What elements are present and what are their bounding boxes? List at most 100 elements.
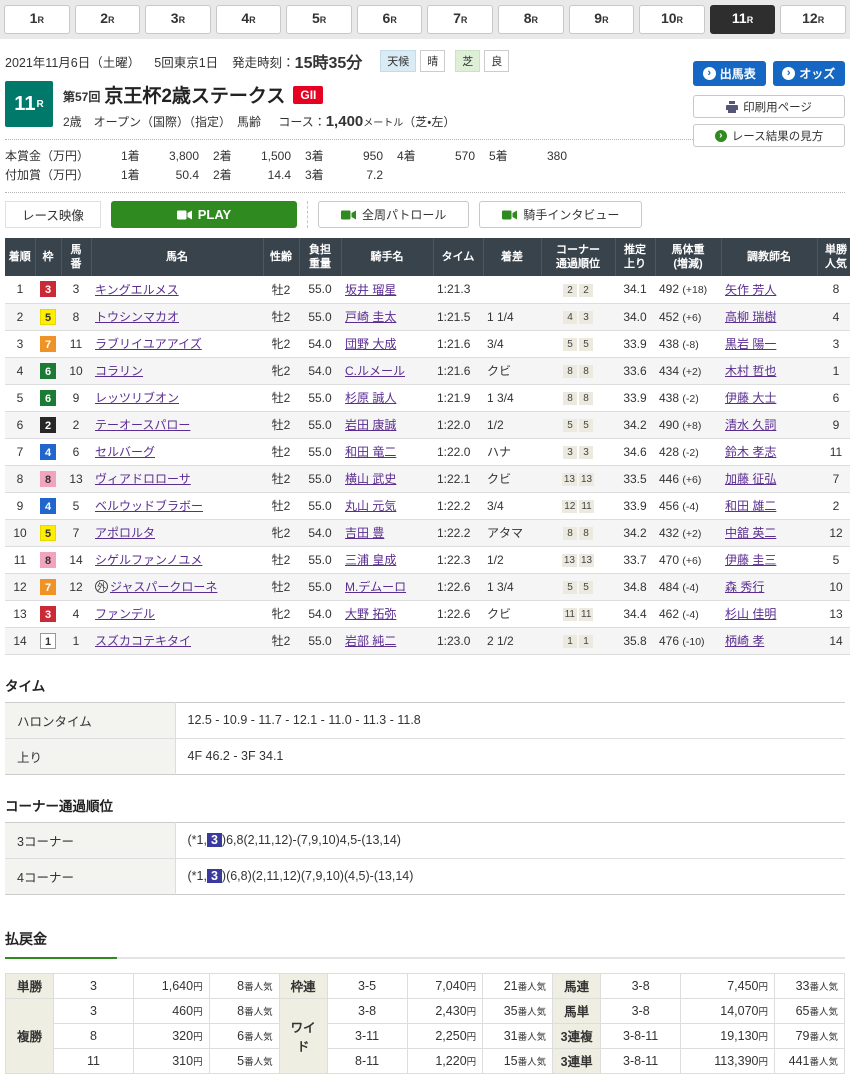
jockey-name-link[interactable]: C.ルメール [345, 364, 405, 378]
trainer-cell: 伊藤 圭三 [721, 546, 817, 573]
win-popularity: 9 [817, 411, 850, 438]
sex-age: 牡2 [263, 465, 299, 492]
bet-combination: 3-8-11 [601, 1048, 681, 1073]
bet-type-label: 枠連 [279, 973, 327, 998]
results-column-header: 枠 [35, 238, 61, 276]
jockey-name-link[interactable]: M.デムーロ [345, 580, 406, 594]
jockey-name-link[interactable]: 岩部 純二 [345, 634, 396, 648]
jockey-name-link[interactable]: 坂井 瑠星 [345, 283, 396, 297]
tab-race-3r[interactable]: 3R [145, 5, 211, 34]
bracket-cell: 6 [35, 384, 61, 411]
horse-name-link[interactable]: セルバーグ [95, 445, 155, 459]
jockey-interview-button[interactable]: 騎手インタビュー [479, 201, 642, 228]
jockey-name-link[interactable]: 団野 大成 [345, 337, 396, 351]
horse-name-link[interactable]: レッツリブオン [95, 391, 179, 405]
horse-name-link[interactable]: トウシンマカオ [95, 310, 179, 324]
trainer-name-link[interactable]: 黒岩 陽一 [725, 337, 776, 351]
tab-race-9r[interactable]: 9R [569, 5, 635, 34]
jockey-name-link[interactable]: 横山 武史 [345, 472, 396, 486]
horse-name-link[interactable]: ベルウッドブラボー [95, 499, 203, 513]
horse-name-cell: キングエルメス [91, 276, 263, 303]
jockey-name-link[interactable]: 杉原 誠人 [345, 391, 396, 405]
play-button[interactable]: PLAY [111, 201, 297, 228]
body-weight: 456 [659, 499, 679, 513]
tab-race-12r[interactable]: 12R [780, 5, 846, 34]
bet-type-label: 複勝 [6, 998, 54, 1073]
tab-race-6r[interactable]: 6R [357, 5, 423, 34]
trainer-name-link[interactable]: 鈴木 孝志 [725, 445, 776, 459]
trainer-name-link[interactable]: 木村 哲也 [725, 364, 776, 378]
body-weight-diff: (+8) [682, 420, 701, 432]
trainer-name-link[interactable]: 加藤 征弘 [725, 472, 776, 486]
trainer-name-link[interactable]: 和田 雄二 [725, 499, 776, 513]
jockey-name-link[interactable]: 三浦 皇成 [345, 553, 396, 567]
trainer-name-link[interactable]: 中舘 英二 [725, 526, 776, 540]
bet-combination: 3-8 [601, 973, 681, 998]
horse-number: 2 [61, 411, 91, 438]
corner-order-cell: 88 [541, 519, 615, 546]
trainer-name-link[interactable]: 矢作 芳人 [725, 283, 776, 297]
corner-position-chip: 13 [579, 473, 594, 486]
horse-name-link[interactable]: ジャスパークローネ [110, 580, 217, 594]
jockey-name-link[interactable]: 和田 竜二 [345, 445, 396, 459]
trainer-name-link[interactable]: 杉山 佳明 [725, 607, 776, 621]
jockey-name-link[interactable]: 戸崎 圭太 [345, 310, 396, 324]
odds-button[interactable]: › オッズ [773, 61, 846, 86]
bracket-number-badge: 8 [40, 552, 56, 568]
trainer-name-link[interactable]: 柄崎 孝 [725, 634, 764, 648]
table-row: 4610コラリン牝254.0C.ルメール1:21.6クビ8833.6434 (+… [5, 357, 850, 384]
horse-name-link[interactable]: ラブリイユアアイズ [95, 337, 202, 351]
jockey-name-link[interactable]: 岩田 康誠 [345, 418, 396, 432]
table-row: 3711ラブリイユアアイズ牝254.0団野 大成1:21.63/45533.94… [5, 330, 850, 357]
tab-race-1r[interactable]: 1R [4, 5, 70, 34]
jockey-name-link[interactable]: 大野 拓弥 [345, 607, 396, 621]
table-row: 12712外ジャスパークローネ牡255.0M.デムーロ1:22.61 3/455… [5, 573, 850, 600]
trainer-name-link[interactable]: 伊藤 圭三 [725, 553, 776, 567]
jockey-name-link[interactable]: 丸山 元気 [345, 499, 396, 513]
jockey-name-link[interactable]: 吉田 豊 [345, 526, 384, 540]
finish-time: 1:21.9 [433, 384, 483, 411]
finish-time: 1:22.0 [433, 411, 483, 438]
results-column-header: 調教師名 [721, 238, 817, 276]
result-guide-button[interactable]: › レース結果の見方 [693, 124, 845, 147]
horse-name-link[interactable]: ファンデル [95, 607, 155, 621]
sex-age: 牝2 [263, 600, 299, 627]
trainer-name-link[interactable]: 森 秀行 [725, 580, 764, 594]
bet-type-label: 馬連 [553, 973, 601, 998]
tab-race-10r[interactable]: 10R [639, 5, 705, 34]
tab-race-5r[interactable]: 5R [286, 5, 352, 34]
carried-weight: 55.0 [299, 303, 341, 330]
horse-name-link[interactable]: コラリン [95, 364, 143, 378]
horse-name-link[interactable]: キングエルメス [95, 283, 179, 297]
horse-name-link[interactable]: テーオースパロー [95, 418, 190, 432]
horse-name-link[interactable]: ヴィアドロローサ [95, 472, 191, 486]
payout-popularity: 65番人気 [775, 998, 845, 1023]
tab-race-7r[interactable]: 7R [427, 5, 493, 34]
print-page-button[interactable]: 印刷用ページ [693, 95, 845, 118]
trainer-name-link[interactable]: 高柳 瑞樹 [725, 310, 776, 324]
prize-amount: 14.4 [243, 168, 291, 182]
tab-race-4r[interactable]: 4R [216, 5, 282, 34]
carried-weight: 55.0 [299, 411, 341, 438]
finish-position: 1 [5, 276, 35, 303]
horse-number: 3 [61, 276, 91, 303]
tab-race-8r[interactable]: 8R [498, 5, 564, 34]
horse-name-cell: テーオースパロー [91, 411, 263, 438]
patrol-video-button[interactable]: 全周パトロール [318, 201, 469, 228]
tab-race-11r[interactable]: 11R [710, 5, 776, 34]
entries-button[interactable]: › 出馬表 [693, 61, 766, 86]
race-series: 第57回 [63, 88, 100, 105]
race-tab-bar: 1R2R3R4R5R6R7R8R9R10R11R12R [0, 0, 850, 39]
win-popularity: 6 [817, 384, 850, 411]
payout-table-body: 単勝31,640円8番人気枠連3-57,040円21番人気馬連3-87,450円… [6, 973, 845, 1073]
horse-name-link[interactable]: アポロルタ [95, 526, 155, 540]
payout-popularity: 5番人気 [209, 1048, 279, 1073]
tab-race-2r[interactable]: 2R [75, 5, 141, 34]
payout-popularity: 8番人気 [209, 998, 279, 1023]
horse-name-link[interactable]: シゲルファンノユメ [95, 553, 202, 567]
horse-name-link[interactable]: スズカコテキタイ [95, 634, 191, 648]
trainer-name-link[interactable]: 伊藤 大士 [725, 391, 776, 405]
odds-button-label: オッズ [799, 65, 835, 82]
corner-position-chip: 8 [563, 392, 577, 405]
trainer-name-link[interactable]: 清水 久詞 [725, 418, 776, 432]
